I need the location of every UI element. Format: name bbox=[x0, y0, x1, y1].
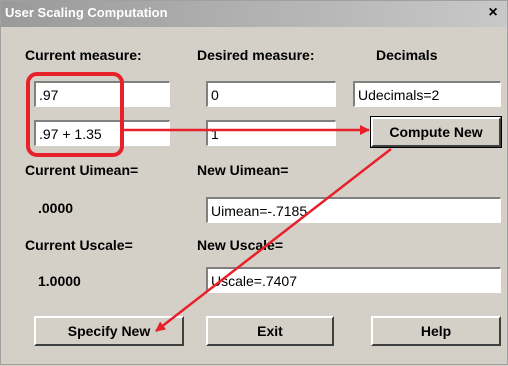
help-button[interactable]: Help bbox=[371, 316, 501, 346]
close-icon[interactable]: × bbox=[485, 4, 501, 22]
title-bar[interactable]: User Scaling Computation × bbox=[1, 1, 507, 27]
decimals-header: Decimals bbox=[376, 47, 438, 63]
new-uscale-label: New Uscale= bbox=[197, 237, 283, 253]
desired-measure-field-1[interactable]: 0 bbox=[206, 81, 336, 107]
current-measure-field-1[interactable]: .97 bbox=[34, 81, 170, 107]
current-uscale-label: Current Uscale= bbox=[25, 237, 133, 253]
desired-measure-header: Desired measure: bbox=[197, 47, 315, 63]
new-uscale-field[interactable]: Uscale=.7407 bbox=[206, 267, 501, 293]
exit-button[interactable]: Exit bbox=[206, 316, 334, 346]
new-uimean-label: New Uimean= bbox=[197, 162, 289, 178]
current-uimean-label: Current Uimean= bbox=[25, 162, 139, 178]
new-uimean-field[interactable]: Uimean=-.7185 bbox=[206, 197, 501, 223]
current-uscale-value: 1.0000 bbox=[38, 273, 81, 289]
decimals-field[interactable]: Udecimals=2 bbox=[353, 81, 501, 107]
current-measure-header: Current measure: bbox=[25, 47, 142, 63]
scaling-dialog: User Scaling Computation × Current measu… bbox=[0, 0, 508, 365]
window-title: User Scaling Computation bbox=[5, 5, 168, 20]
specify-new-button[interactable]: Specify New bbox=[34, 316, 184, 346]
compute-new-button[interactable]: Compute New bbox=[370, 116, 502, 148]
current-uimean-value: .0000 bbox=[38, 200, 74, 216]
desired-measure-field-2[interactable]: 1 bbox=[206, 120, 336, 146]
current-measure-field-2[interactable]: .97 + 1.35 bbox=[34, 120, 170, 146]
